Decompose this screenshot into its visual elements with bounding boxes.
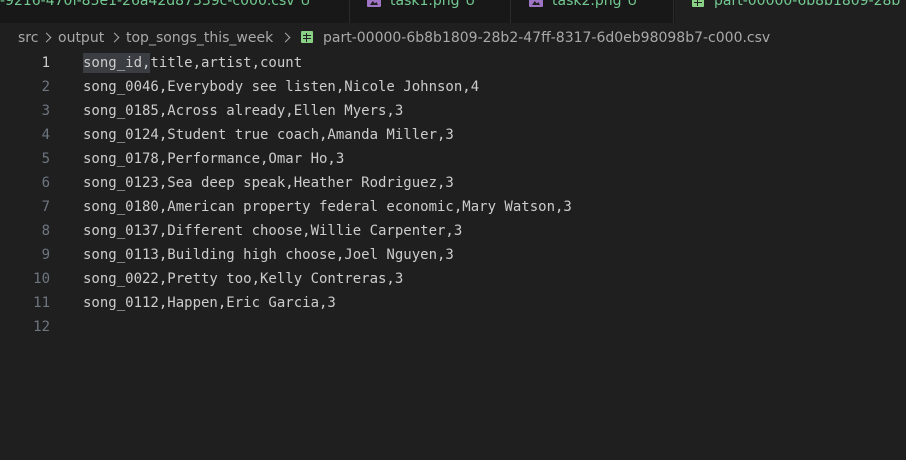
editor-line: 6 song_0123,Sea deep speak,Heather Rodri… [0, 172, 906, 196]
line-number: 9 [41, 247, 50, 263]
line-content[interactable]: song_id,title,artist,count [83, 54, 302, 72]
tab-label: task2.png U [552, 0, 637, 9]
chevron-right-icon [109, 32, 120, 43]
breadcrumb-file[interactable]: part-00000-6b8b1809-28b2-47ff-8317-6d0eb… [323, 30, 770, 46]
editor-line: 5 song_0178,Performance,Omar Ho,3 [0, 148, 906, 172]
tab-label: task1.png U [390, 0, 475, 9]
tab-filename: part-00000-6b8b1809-28b [714, 0, 901, 9]
line-number: 5 [41, 151, 50, 167]
tab-csv-file[interactable]: -9216-470f-85e1-26a42d87339c-c000.csv U [0, 0, 350, 23]
line-content[interactable]: song_0180,American property federal econ… [83, 198, 572, 216]
line-content[interactable]: song_0178,Performance,Omar Ho,3 [83, 150, 344, 168]
line-number: 3 [41, 103, 50, 119]
untracked-badge: U [465, 0, 475, 9]
untracked-badge: U [300, 0, 311, 9]
tab-active-csv[interactable]: part-00000-6b8b1809-28b [675, 0, 906, 23]
breadcrumb-item-src[interactable]: src [18, 30, 38, 46]
untracked-badge: U [627, 0, 637, 9]
line-number: 2 [41, 79, 50, 95]
csv-file-icon [301, 31, 313, 43]
chevron-right-icon [41, 32, 52, 43]
tab-filename: -9216-470f-85e1-26a42d87339c-c000.csv [0, 0, 295, 9]
line-number: 8 [41, 223, 50, 239]
line-content[interactable]: song_0185,Across already,Ellen Myers,3 [83, 102, 403, 120]
image-file-icon [367, 0, 381, 7]
image-file-icon [529, 0, 543, 7]
editor-line: 9 song_0113,Building high choose,Joel Ng… [0, 244, 906, 268]
tab-filename: task2.png [552, 0, 622, 9]
csv-file-icon [692, 0, 704, 7]
tab-filename: task1.png [390, 0, 460, 9]
tab-label: -9216-470f-85e1-26a42d87339c-c000.csv U [0, 0, 310, 9]
editor-line: 3 song_0185,Across already,Ellen Myers,3 [0, 100, 906, 124]
tab-label: part-00000-6b8b1809-28b [714, 0, 900, 8]
editor-tab-bar: -9216-470f-85e1-26a42d87339c-c000.csv U t… [0, 0, 906, 23]
line-number: 6 [41, 175, 50, 191]
line-content[interactable]: song_0113,Building high choose,Joel Nguy… [83, 246, 454, 264]
tab-task1-png[interactable]: task1.png U [351, 0, 511, 23]
line-content[interactable]: song_0046,Everybody see listen,Nicole Jo… [83, 78, 479, 96]
editor-line: 10 song_0022,Pretty too,Kelly Contreras,… [0, 268, 906, 292]
line-number: 1 [41, 55, 50, 71]
line-content[interactable]: song_0137,Different choose,Willie Carpen… [83, 222, 462, 240]
breadcrumb-item-output[interactable]: output [58, 30, 104, 46]
code-editor[interactable]: 1 song_id,title,artist,count 2 song_0046… [0, 52, 906, 460]
breadcrumb: src output top_songs_this_week part-0000… [0, 27, 906, 49]
chevron-right-icon [280, 32, 291, 43]
editor-line: 1 song_id,title,artist,count [0, 52, 906, 76]
editor-line: 11 song_0112,Happen,Eric Garcia,3 [0, 292, 906, 316]
line-content[interactable]: song_0022,Pretty too,Kelly Contreras,3 [83, 270, 403, 288]
tab-task2-png[interactable]: task2.png U [512, 0, 674, 23]
line-content[interactable]: song_0112,Happen,Eric Garcia,3 [83, 294, 336, 312]
line-content[interactable]: song_0123,Sea deep speak,Heather Rodrigu… [83, 174, 454, 192]
line-number: 7 [41, 199, 50, 215]
editor-line: 8 song_0137,Different choose,Willie Carp… [0, 220, 906, 244]
line-number: 4 [41, 127, 50, 143]
editor-line: 2 song_0046,Everybody see listen,Nicole … [0, 76, 906, 100]
line-number: 10 [33, 271, 50, 287]
editor-line: 4 song_0124,Student true coach,Amanda Mi… [0, 124, 906, 148]
line-content[interactable]: song_0124,Student true coach,Amanda Mill… [83, 126, 454, 144]
line-number: 11 [33, 295, 50, 311]
line-number: 12 [33, 319, 50, 335]
breadcrumb-item-folder[interactable]: top_songs_this_week [126, 30, 273, 46]
editor-line: 12 [0, 316, 906, 340]
editor-line: 7 song_0180,American property federal ec… [0, 196, 906, 220]
